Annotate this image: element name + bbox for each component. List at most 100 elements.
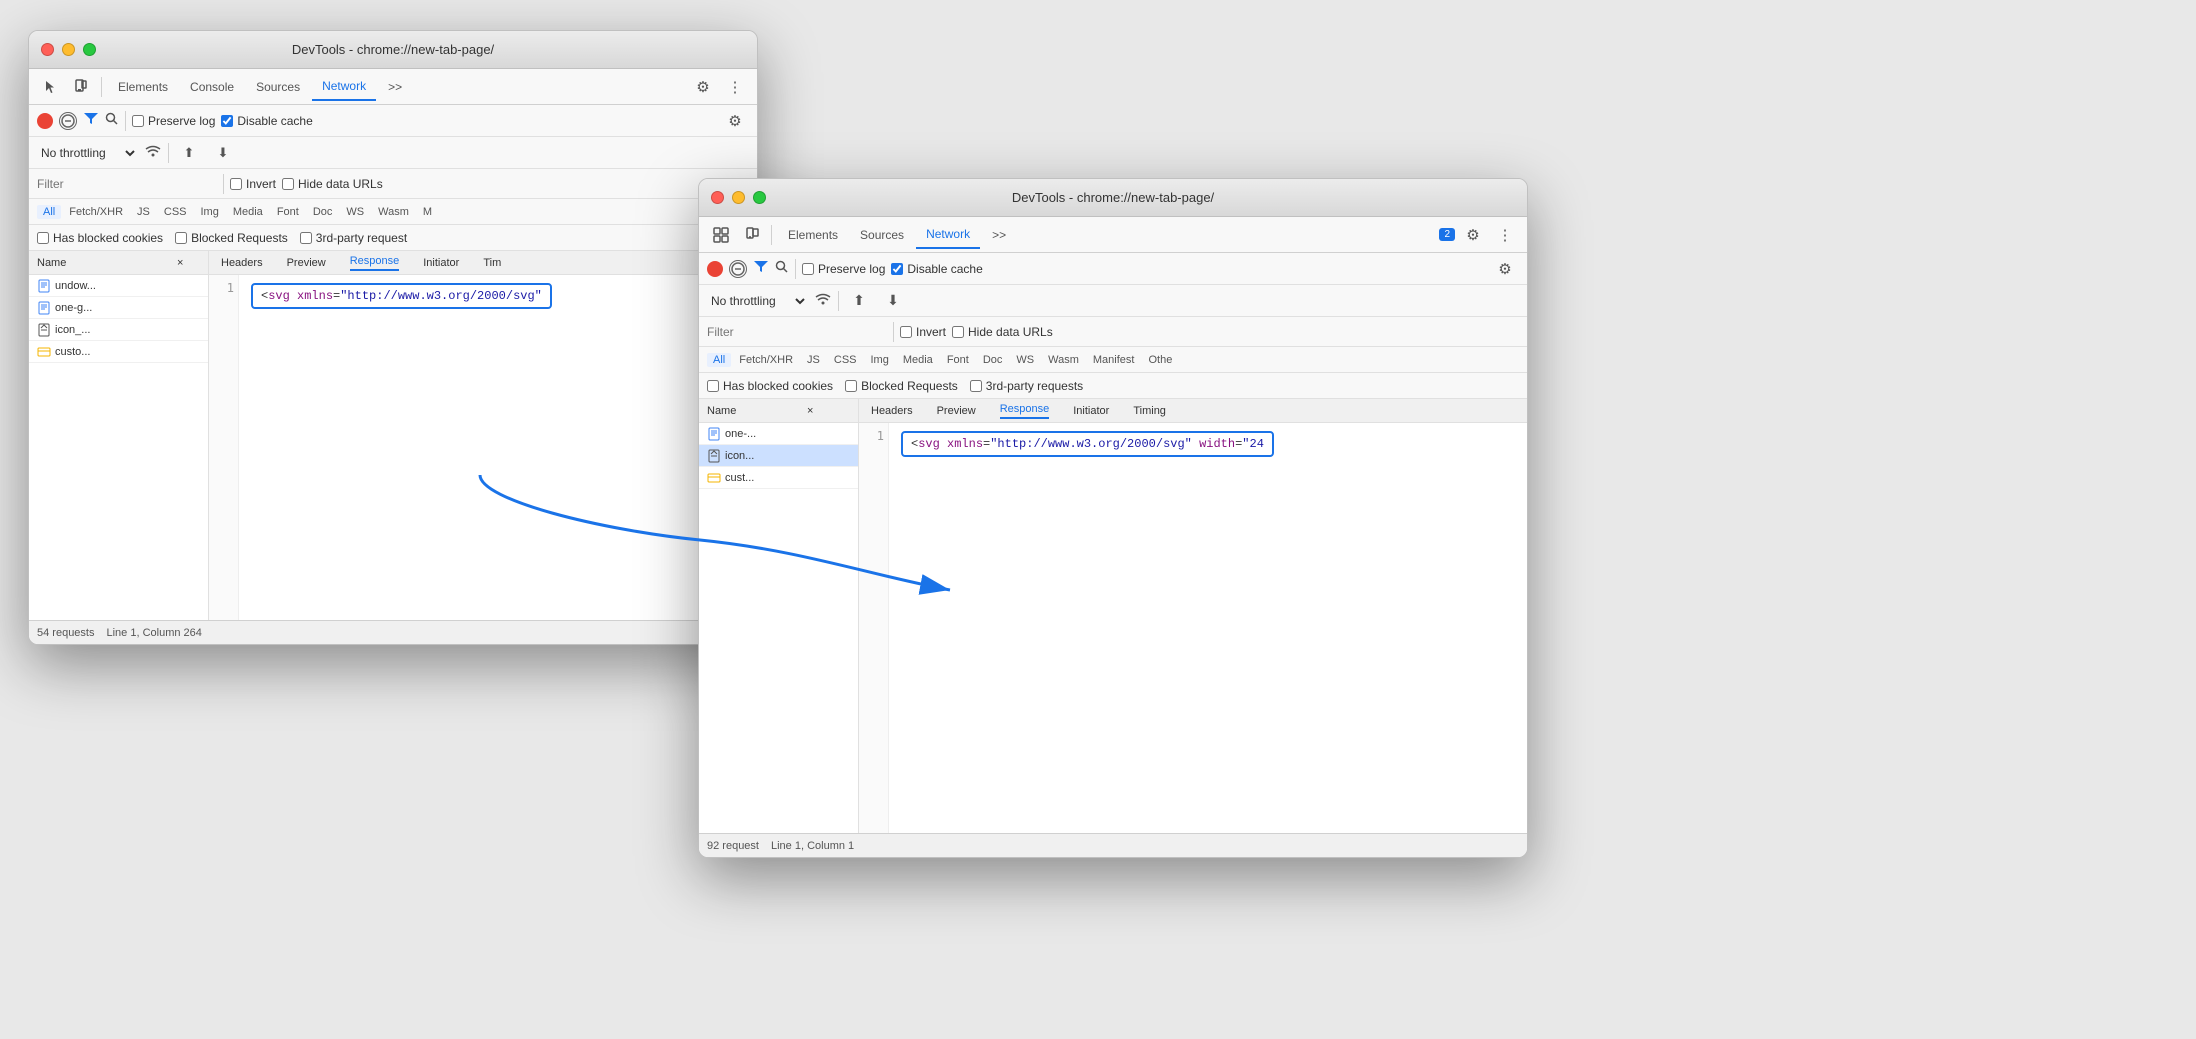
tab-more-2[interactable]: >>	[982, 221, 1016, 249]
invert-checkbox-1[interactable]	[230, 178, 242, 190]
type-css-2[interactable]: CSS	[828, 353, 863, 367]
invert-checkbox-2[interactable]	[900, 326, 912, 338]
initiator-tab-1[interactable]: Initiator	[423, 257, 459, 269]
preserve-log-label-1[interactable]: Preserve log	[132, 114, 215, 128]
hide-data-checkbox-1[interactable]	[282, 178, 294, 190]
close-button-2[interactable]	[711, 191, 724, 204]
preserve-log-label-2[interactable]: Preserve log	[802, 262, 885, 276]
type-fetch-2[interactable]: Fetch/XHR	[733, 353, 799, 367]
tab-console-1[interactable]: Console	[180, 73, 244, 101]
blocked-requests-checkbox-1[interactable]	[175, 232, 187, 244]
type-ws-2[interactable]: WS	[1010, 353, 1040, 367]
blocked-requests-label-2[interactable]: Blocked Requests	[845, 379, 958, 393]
type-font-1[interactable]: Font	[271, 205, 305, 219]
tab-elements-2[interactable]: Elements	[778, 221, 848, 249]
more-options-icon-1[interactable]: ⋮	[721, 73, 749, 101]
blocked-cookies-checkbox-1[interactable]	[37, 232, 49, 244]
download-icon-1[interactable]: ⬇	[209, 139, 237, 167]
hide-data-label-2[interactable]: Hide data URLs	[952, 325, 1053, 339]
maximize-button-2[interactable]	[753, 191, 766, 204]
type-ws-1[interactable]: WS	[340, 205, 370, 219]
preview-tab-2[interactable]: Preview	[937, 405, 976, 417]
minimize-button-1[interactable]	[62, 43, 75, 56]
type-all-1[interactable]: All	[37, 205, 61, 219]
type-m-1[interactable]: M	[417, 205, 438, 219]
type-wasm-2[interactable]: Wasm	[1042, 353, 1085, 367]
type-other-2[interactable]: Othe	[1142, 353, 1178, 367]
device-tool-2[interactable]	[737, 221, 765, 249]
device-tool-1[interactable]	[67, 73, 95, 101]
table-row-one[interactable]: one-...	[699, 423, 858, 445]
blocked-cookies-label-2[interactable]: Has blocked cookies	[707, 379, 833, 393]
third-party-label-2[interactable]: 3rd-party requests	[970, 379, 1083, 393]
response-tab-2[interactable]: Response	[1000, 403, 1050, 419]
invert-label-1[interactable]: Invert	[230, 177, 276, 191]
table-row-icon2[interactable]: icon...	[699, 445, 858, 467]
type-js-1[interactable]: JS	[131, 205, 156, 219]
filter-input-2[interactable]	[707, 325, 887, 339]
more-options-icon-2[interactable]: ⋮	[1491, 221, 1519, 249]
tab-sources-2[interactable]: Sources	[850, 221, 914, 249]
third-party-checkbox-2[interactable]	[970, 380, 982, 392]
invert-label-2[interactable]: Invert	[900, 325, 946, 339]
type-fetch-1[interactable]: Fetch/XHR	[63, 205, 129, 219]
timing-tab-2[interactable]: Timing	[1133, 405, 1166, 417]
headers-tab-1[interactable]: Headers	[221, 257, 263, 269]
preview-tab-1[interactable]: Preview	[287, 257, 326, 269]
type-js-2[interactable]: JS	[801, 353, 826, 367]
blocked-cookies-label-1[interactable]: Has blocked cookies	[37, 231, 163, 245]
table-row-cust2[interactable]: cust...	[699, 467, 858, 489]
disable-cache-label-2[interactable]: Disable cache	[891, 262, 982, 276]
type-img-1[interactable]: Img	[195, 205, 225, 219]
disable-cache-checkbox-2[interactable]	[891, 263, 903, 275]
hide-data-checkbox-2[interactable]	[952, 326, 964, 338]
type-all-2[interactable]: All	[707, 353, 731, 367]
minimize-button-2[interactable]	[732, 191, 745, 204]
tab-elements-1[interactable]: Elements	[108, 73, 178, 101]
type-doc-1[interactable]: Doc	[307, 205, 339, 219]
third-party-label-1[interactable]: 3rd-party request	[300, 231, 407, 245]
tab-network-2[interactable]: Network	[916, 221, 980, 249]
headers-tab-2[interactable]: Headers	[871, 405, 913, 417]
tab-more-1[interactable]: >>	[378, 73, 412, 101]
record-button-1[interactable]	[37, 113, 53, 129]
preserve-log-checkbox-1[interactable]	[132, 115, 144, 127]
third-party-checkbox-1[interactable]	[300, 232, 312, 244]
close-button-1[interactable]	[41, 43, 54, 56]
clear-button-2[interactable]	[729, 260, 747, 278]
settings-icon-1[interactable]: ⚙	[689, 73, 717, 101]
disable-cache-checkbox-1[interactable]	[221, 115, 233, 127]
filter-input-1[interactable]	[37, 177, 217, 191]
type-manifest-2[interactable]: Manifest	[1087, 353, 1141, 367]
type-font-2[interactable]: Font	[941, 353, 975, 367]
throttle-select-2[interactable]: No throttling	[707, 293, 808, 309]
upload-icon-2[interactable]: ⬆	[845, 287, 873, 315]
table-row-oneg[interactable]: one-g...	[29, 297, 208, 319]
blocked-requests-checkbox-2[interactable]	[845, 380, 857, 392]
pointer-tool-1[interactable]	[37, 73, 65, 101]
network-settings-icon-2[interactable]: ⚙	[1491, 255, 1519, 283]
blocked-cookies-checkbox-2[interactable]	[707, 380, 719, 392]
clear-button-1[interactable]	[59, 112, 77, 130]
type-media-1[interactable]: Media	[227, 205, 269, 219]
type-wasm-1[interactable]: Wasm	[372, 205, 415, 219]
table-row-undow[interactable]: undow...	[29, 275, 208, 297]
blocked-requests-label-1[interactable]: Blocked Requests	[175, 231, 288, 245]
upload-icon-1[interactable]: ⬆	[175, 139, 203, 167]
preserve-log-checkbox-2[interactable]	[802, 263, 814, 275]
download-icon-2[interactable]: ⬇	[879, 287, 907, 315]
settings-icon-2[interactable]: ⚙	[1459, 221, 1487, 249]
maximize-button-1[interactable]	[83, 43, 96, 56]
throttle-select-1[interactable]: No throttling	[37, 145, 138, 161]
tab-network-1[interactable]: Network	[312, 73, 376, 101]
type-css-1[interactable]: CSS	[158, 205, 193, 219]
table-row-icon[interactable]: icon_...	[29, 319, 208, 341]
hide-data-label-1[interactable]: Hide data URLs	[282, 177, 383, 191]
type-doc-2[interactable]: Doc	[977, 353, 1009, 367]
table-row-custo[interactable]: custo...	[29, 341, 208, 363]
response-tab-1[interactable]: Response	[350, 255, 400, 271]
network-settings-icon-1[interactable]: ⚙	[721, 107, 749, 135]
initiator-tab-2[interactable]: Initiator	[1073, 405, 1109, 417]
pointer-tool-2[interactable]	[707, 221, 735, 249]
disable-cache-label-1[interactable]: Disable cache	[221, 114, 312, 128]
